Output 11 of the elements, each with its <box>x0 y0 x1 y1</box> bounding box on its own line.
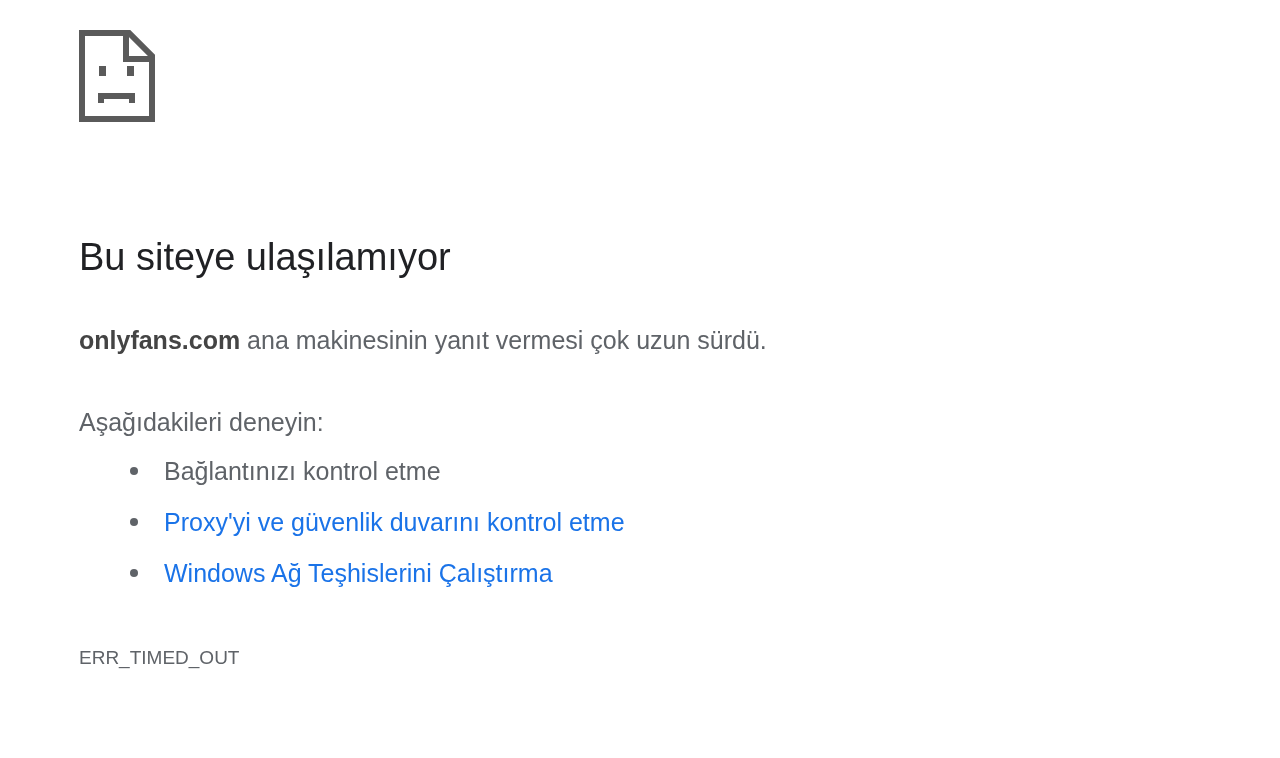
suggestion-link[interactable]: Windows Ağ Teşhislerini Çalıştırma <box>164 557 553 589</box>
error-code: ERR_TIMED_OUT <box>79 646 241 670</box>
suggestion-text: Bağlantınızı kontrol etme <box>164 456 441 487</box>
error-summary: onlyfans.com ana makinesinin yanıt vermesi çok uzun sürdü. <box>79 325 768 356</box>
bullet-icon <box>130 518 138 526</box>
sad-page-icon <box>79 30 155 122</box>
bullet-icon <box>130 569 138 577</box>
suggestion-link[interactable]: Proxy'yi ve güvenlik duvarını kontrol etme <box>164 506 625 538</box>
error-heading: Bu siteye ulaşılamıyor <box>79 235 452 280</box>
bullet-icon <box>130 467 138 475</box>
suggestions-title: Aşağıdakileri deneyin: <box>79 407 325 438</box>
